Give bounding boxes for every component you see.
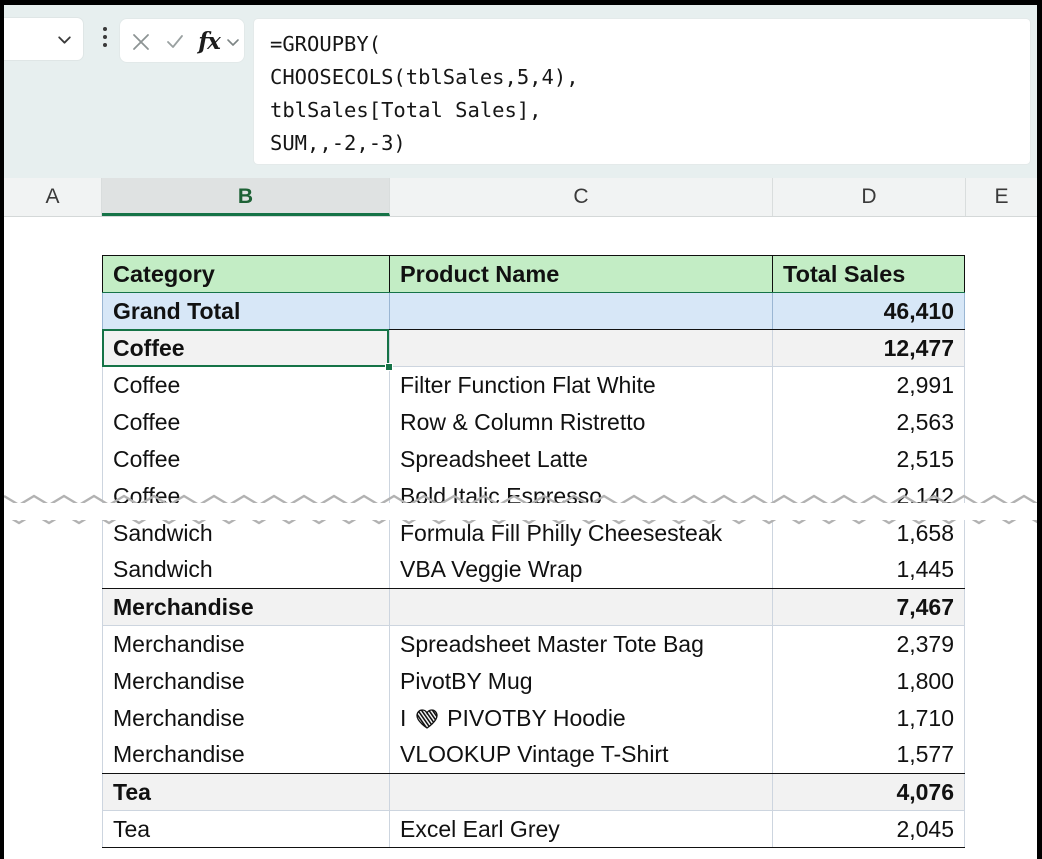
table-row[interactable]: Sandwich Formula Fill Philly Cheesesteak 1… <box>102 514 965 552</box>
cell-product[interactable] <box>389 588 773 626</box>
cell-category[interactable]: Merchandise <box>102 662 390 700</box>
fx-icon: fx <box>198 28 221 55</box>
kebab-dot <box>103 35 107 39</box>
cell-total[interactable]: 46,410 <box>772 292 965 330</box>
cell-product[interactable] <box>389 292 773 330</box>
table-row[interactable]: Coffee Spreadsheet Latte 2,515 <box>102 440 965 478</box>
worksheet-grid[interactable]: Category Product Name Total Sales Grand … <box>4 217 1037 859</box>
cell-category[interactable]: Tea <box>102 773 390 811</box>
table-row[interactable]: Merchandise Spreadsheet Master Tote Bag 2,… <box>102 625 965 663</box>
cell-total[interactable]: 2,991 <box>772 366 965 404</box>
cell-category[interactable]: Coffee <box>102 403 390 441</box>
table-row[interactable]: Tea 4,076 <box>102 773 965 811</box>
column-header-e[interactable]: E <box>966 178 1037 216</box>
cell-category[interactable]: Merchandise <box>102 625 390 663</box>
cell-total[interactable]: 12,477 <box>772 329 965 367</box>
cell-category[interactable]: Merchandise <box>102 699 390 737</box>
excel-window: fx =GROUPBY( CHOOSECOLS(tblSales,5,4), t… <box>0 0 1042 859</box>
name-box[interactable] <box>4 17 84 61</box>
more-options-button[interactable] <box>96 27 114 53</box>
table-row[interactable]: Merchandise I PIVOTBY Hoodie 1,710 <box>102 699 965 737</box>
cell-product[interactable]: Filter Function Flat White <box>389 366 773 404</box>
table-row[interactable]: Merchandise VLOOKUP Vintage T-Shirt 1,577 <box>102 736 965 774</box>
cell-product[interactable]: Row & Column Ristretto <box>389 403 773 441</box>
cell-product[interactable]: Bold Italic Espresso <box>389 477 773 515</box>
cell-category[interactable]: Tea <box>102 810 390 848</box>
column-header-b[interactable]: B <box>102 178 390 216</box>
cell-category[interactable]: Coffee <box>102 329 390 367</box>
cell-total[interactable]: 2,142 <box>772 477 965 515</box>
cell-total[interactable]: 4,076 <box>772 773 965 811</box>
cell-category[interactable]: Coffee <box>102 366 390 404</box>
column-title-product-name: Product Name <box>389 255 773 293</box>
column-header-a[interactable]: A <box>4 178 102 216</box>
groupby-results-table: Category Product Name Total Sales Grand … <box>102 255 965 848</box>
cell-total[interactable]: 2,563 <box>772 403 965 441</box>
cell-product[interactable]: Spreadsheet Latte <box>389 440 773 478</box>
formula-actions-group: fx <box>119 18 245 63</box>
table-row[interactable]: Coffee Row & Column Ristretto 2,563 <box>102 403 965 441</box>
cell-total[interactable]: 1,577 <box>772 736 965 774</box>
expand-formula-bar-button[interactable] <box>222 19 244 64</box>
insert-function-button[interactable]: fx <box>194 19 224 64</box>
column-title-category: Category <box>102 255 390 293</box>
column-header-d[interactable]: D <box>773 178 966 216</box>
table-row[interactable]: Grand Total 46,410 <box>102 292 965 330</box>
cell-category[interactable]: Merchandise <box>102 588 390 626</box>
column-header-c[interactable]: C <box>390 178 773 216</box>
cell-total[interactable]: 1,800 <box>772 662 965 700</box>
cancel-button[interactable] <box>124 19 158 64</box>
table-body: Category Product Name Total Sales Grand … <box>102 255 965 848</box>
table-row[interactable]: Coffee Bold Italic Espresso 2,142 <box>102 477 965 515</box>
table-row[interactable]: Merchandise 7,467 <box>102 588 965 626</box>
table-row[interactable]: Tea Excel Earl Grey 2,045 <box>102 810 965 848</box>
table-row[interactable]: Coffee Filter Function Flat White 2,991 <box>102 366 965 404</box>
cell-total[interactable]: 2,379 <box>772 625 965 663</box>
cell-product[interactable]: I PIVOTBY Hoodie <box>389 699 773 737</box>
cell-category[interactable]: Grand Total <box>102 292 390 330</box>
table-row[interactable]: Merchandise PivotBY Mug 1,800 <box>102 662 965 700</box>
cell-total[interactable]: 1,710 <box>772 699 965 737</box>
cell-category[interactable]: Coffee <box>102 477 390 515</box>
chevron-down-icon <box>227 38 239 46</box>
close-icon <box>133 33 149 50</box>
cell-total[interactable]: 2,045 <box>772 810 965 848</box>
check-icon <box>167 34 183 48</box>
cell-total[interactable]: 7,467 <box>772 588 965 626</box>
formula-input[interactable]: =GROUPBY( CHOOSECOLS(tblSales,5,4), tblS… <box>253 18 1031 165</box>
column-title-total-sales: Total Sales <box>772 255 965 293</box>
kebab-dot <box>103 27 107 31</box>
cell-total[interactable]: 2,515 <box>772 440 965 478</box>
cell-product[interactable] <box>389 773 773 811</box>
column-header-row: A B C D E <box>4 178 1037 217</box>
cell-product[interactable]: Excel Earl Grey <box>389 810 773 848</box>
cell-product[interactable] <box>389 329 773 367</box>
cell-product[interactable]: Formula Fill Philly Cheesesteak <box>389 514 773 552</box>
enter-button[interactable] <box>158 19 192 64</box>
table-header-row: Category Product Name Total Sales <box>102 255 965 293</box>
fill-handle[interactable] <box>385 363 393 371</box>
cell-category[interactable]: Merchandise <box>102 736 390 774</box>
kebab-dot <box>103 43 107 47</box>
cell-product[interactable]: Spreadsheet Master Tote Bag <box>389 625 773 663</box>
cell-product[interactable]: VLOOKUP Vintage T-Shirt <box>389 736 773 774</box>
cell-category[interactable]: Coffee <box>102 440 390 478</box>
table-row[interactable]: Coffee 12,477 <box>102 329 965 367</box>
heart-icon <box>416 708 438 729</box>
cell-category[interactable]: Sandwich <box>102 514 390 552</box>
cell-product[interactable]: PivotBY Mug <box>389 662 773 700</box>
cell-total[interactable]: 1,445 <box>772 551 965 589</box>
table-row[interactable]: Sandwich VBA Veggie Wrap 1,445 <box>102 551 965 589</box>
chevron-down-icon[interactable] <box>56 31 73 48</box>
cell-category[interactable]: Sandwich <box>102 551 390 589</box>
cell-product[interactable]: VBA Veggie Wrap <box>389 551 773 589</box>
cell-total[interactable]: 1,658 <box>772 514 965 552</box>
formula-bar: fx =GROUPBY( CHOOSECOLS(tblSales,5,4), t… <box>4 5 1037 178</box>
